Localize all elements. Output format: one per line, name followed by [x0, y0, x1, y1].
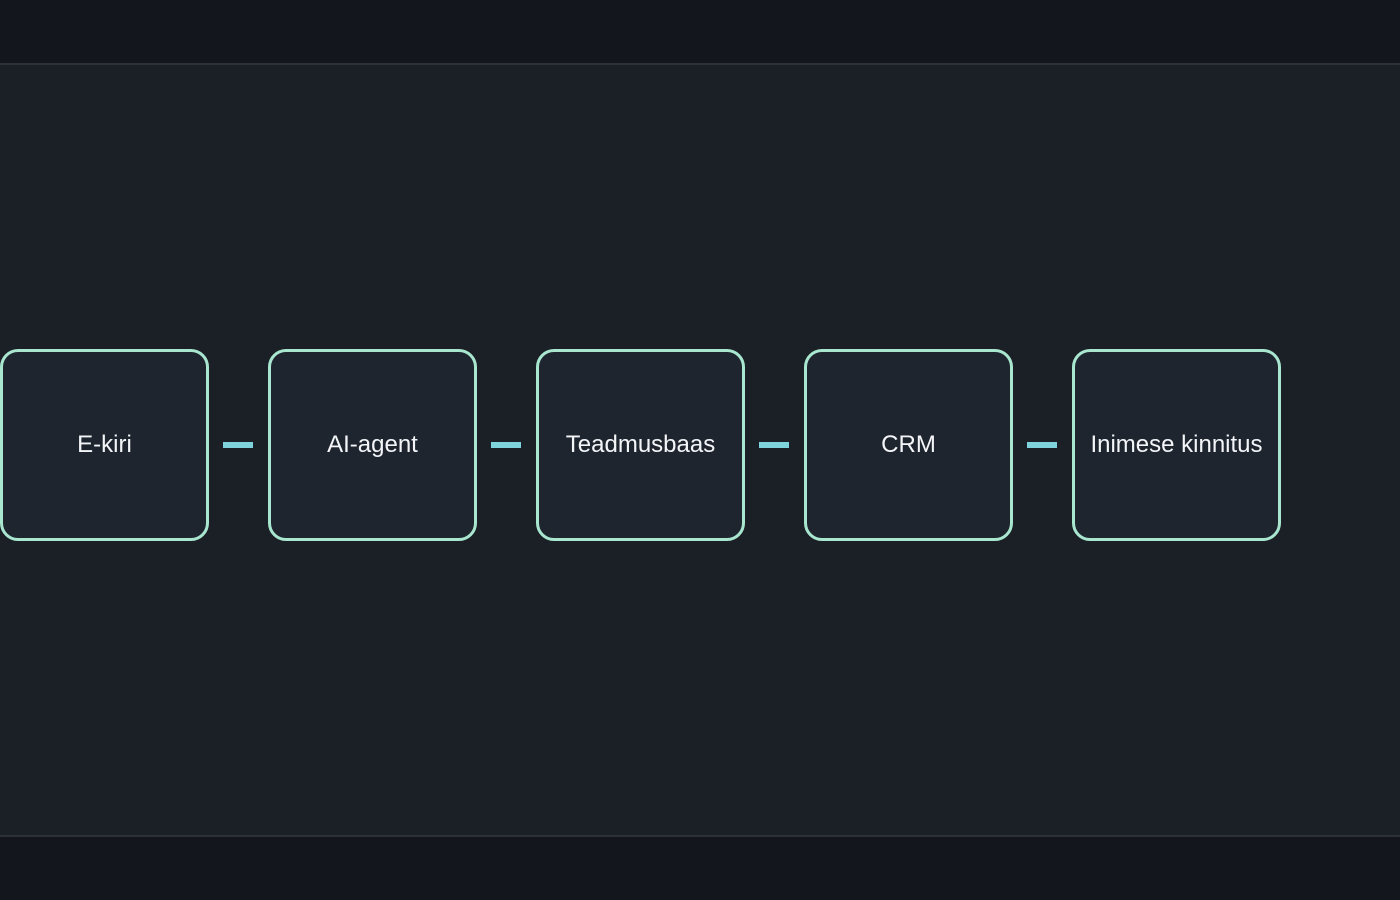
flow-node-ai-agent[interactable]: AI-agent: [268, 349, 477, 541]
top-bar: [0, 0, 1400, 65]
flow-node-label: Inimese kinnitus: [1090, 431, 1263, 458]
flow-node-knowledge-base[interactable]: Teadmusbaas: [536, 349, 745, 541]
flow-node-email[interactable]: E-kiri: [0, 349, 209, 541]
flow-connector: [1027, 442, 1057, 448]
bottom-bar: [0, 835, 1400, 900]
flow-node-label: E-kiri: [77, 431, 132, 458]
flow-node-label: Teadmusbaas: [565, 431, 716, 458]
flow-connector: [759, 442, 789, 448]
flow-node-label: AI-agent: [327, 431, 418, 458]
flow-connector: [223, 442, 253, 448]
flow-connector: [491, 442, 521, 448]
flow-node-label: CRM: [881, 431, 936, 458]
flow-node-crm[interactable]: CRM: [804, 349, 1013, 541]
flow-node-human-approval[interactable]: Inimese kinnitus: [1072, 349, 1281, 541]
